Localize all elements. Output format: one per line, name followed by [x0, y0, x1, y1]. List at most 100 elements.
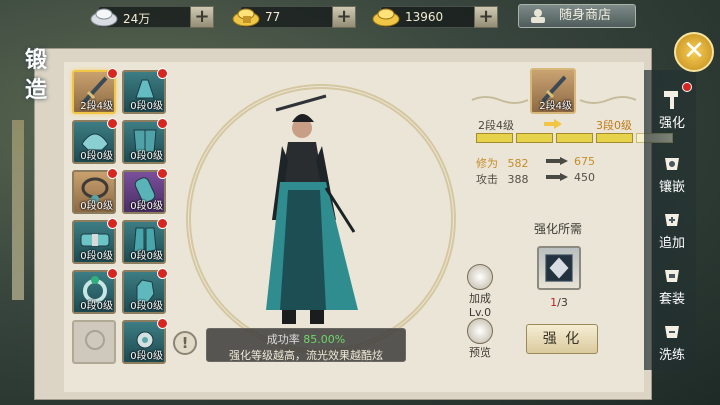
equipment-slot-pendant[interactable]: 0段0级 — [122, 318, 168, 364]
set-armor-icon — [665, 270, 679, 282]
bound-gold-amount: 77 — [265, 10, 281, 24]
stat-label: 修为 — [476, 157, 498, 170]
title-char-2: 造 — [24, 78, 47, 103]
red-dot-badge — [157, 318, 168, 329]
gold-amount: 13960 — [405, 10, 444, 24]
slot-level: 0段0级 — [130, 251, 163, 262]
tab-append[interactable]: 追加 — [648, 208, 696, 262]
stat-from: 582 — [507, 157, 529, 170]
bound-gold-icon — [232, 8, 260, 27]
tab-label: 洗练 — [658, 348, 685, 363]
material-need: /3 — [557, 296, 568, 309]
silver-amount: 24万 — [123, 12, 151, 26]
slot-level: 2段4级 — [80, 101, 113, 112]
gold-ingot-icon — [372, 8, 400, 27]
slot-level: 0段0级 — [130, 101, 163, 112]
red-dot-badge — [682, 82, 692, 92]
tab-strengthen[interactable]: 强化 — [648, 88, 696, 142]
close-button[interactable]: ✕ — [674, 32, 714, 72]
shop-icon — [531, 9, 545, 23]
gold-currency: 13960 + — [372, 6, 498, 28]
red-dot-badge — [157, 118, 168, 129]
currency-bar: 24万 + 77 + 13960 + 随身商店 — [0, 0, 720, 36]
selected-item-level: 2段4级 — [539, 101, 572, 112]
empty-slot-icon — [85, 330, 105, 350]
arrow-right-icon — [544, 119, 562, 129]
tab-refine[interactable]: 洗练 — [648, 320, 696, 374]
equipment-slot-belt[interactable]: 0段0级 — [72, 218, 118, 264]
progress-segment — [556, 133, 593, 143]
slot-level: 0段0级 — [80, 301, 113, 312]
progress-segment — [596, 133, 633, 143]
slot-level: 0段0级 — [80, 251, 113, 262]
slot-level: 0段0级 — [130, 201, 163, 212]
material-slot[interactable] — [537, 246, 581, 290]
equipment-slot-helmet[interactable]: 0段0级 — [122, 68, 168, 114]
add-gold-button[interactable]: + — [474, 6, 498, 28]
tab-label: 追加 — [658, 236, 685, 251]
bound-gold-currency: 77 + — [232, 6, 356, 28]
tab-label: 强化 — [658, 116, 685, 131]
red-dot-badge — [107, 168, 118, 179]
level-from: 2段4级 — [478, 119, 514, 132]
slot-level: 0段0级 — [130, 351, 163, 362]
silver-currency: 24万 + — [90, 6, 214, 28]
arrow-right-icon — [546, 157, 568, 165]
level-to: 3段0级 — [596, 119, 632, 132]
slot-level: 0段0级 — [80, 151, 113, 162]
stat-from: 388 — [507, 173, 529, 186]
addon-button[interactable]: 加成 Lv.0 — [464, 264, 496, 319]
red-dot-badge — [157, 68, 168, 79]
equipment-slot-weapon[interactable]: 2段4级 — [72, 68, 118, 114]
success-rate-hint: 强化等级越高，流光效果越酷炫 — [229, 349, 383, 362]
append-icon — [665, 214, 679, 226]
info-icon[interactable]: ! — [173, 331, 197, 355]
red-dot-badge — [107, 268, 118, 279]
refine-icon — [665, 326, 679, 338]
gem-inlay-icon — [665, 158, 679, 170]
stat-to: 450 — [574, 171, 595, 184]
red-dot-badge — [107, 68, 118, 79]
red-dot-badge — [157, 268, 168, 279]
portable-shop-button[interactable]: 随身商店 — [518, 4, 636, 28]
red-dot-badge — [157, 218, 168, 229]
strengthen-stone-icon — [545, 254, 573, 282]
silver-icon — [90, 8, 118, 27]
addon-icon — [467, 264, 493, 290]
material-count: 1/3 — [537, 296, 581, 309]
preview-icon — [467, 318, 493, 344]
success-rate-value: 85.00% — [303, 333, 346, 346]
tab-set[interactable]: 套装 — [648, 264, 696, 318]
selected-item-icon: 2段4级 — [530, 68, 576, 114]
hammer-icon — [664, 91, 678, 109]
equipment-slot-bracer[interactable]: 0段0级 — [122, 168, 168, 214]
tab-label: 镶嵌 — [658, 180, 685, 195]
addon-label: 加成 — [469, 292, 491, 305]
slot-level: 0段0级 — [130, 151, 163, 162]
equipment-slot-chest[interactable]: 0段0级 — [122, 118, 168, 164]
equipment-slot-boots[interactable]: 0段0级 — [122, 218, 168, 264]
tab-inlay[interactable]: 镶嵌 — [648, 152, 696, 206]
equipment-slot-glove[interactable]: 0段0级 — [122, 268, 168, 314]
red-dot-badge — [107, 218, 118, 229]
equipment-slot-ring[interactable]: 0段0级 — [72, 268, 118, 314]
preview-label: 预览 — [469, 346, 491, 359]
panel-title: 锻 造 — [8, 46, 64, 124]
character-model — [266, 94, 358, 324]
shop-label: 随身商店 — [559, 8, 612, 23]
equipment-slot-necklace[interactable]: 0段0级 — [72, 168, 118, 214]
add-bound-gold-button[interactable]: + — [332, 6, 356, 28]
slot-level: 0段0级 — [80, 201, 113, 212]
add-silver-button[interactable]: + — [190, 6, 214, 28]
cloud-ornament-left — [471, 96, 529, 104]
panel-scroll-decoration — [12, 120, 24, 300]
strengthen-button[interactable]: 强 化 — [526, 324, 598, 354]
preview-button[interactable]: 预览 — [464, 318, 496, 360]
requirement-title: 强化所需 — [533, 222, 582, 236]
stat-row-cultivation: 修为 582 — [476, 155, 529, 171]
equipment-slot-empty[interactable] — [72, 320, 116, 364]
tab-label: 套装 — [658, 292, 685, 307]
character-display — [176, 70, 466, 360]
equipment-slot-shoulder[interactable]: 0段0级 — [72, 118, 118, 164]
stat-row-attack: 攻击 388 — [476, 171, 529, 187]
